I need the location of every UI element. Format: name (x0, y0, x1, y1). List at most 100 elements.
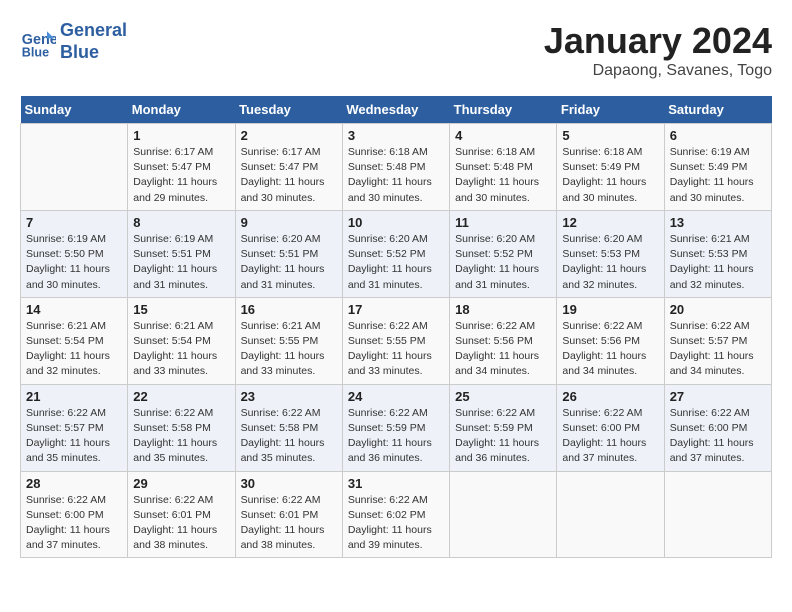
day-number: 31 (348, 476, 444, 491)
day-number: 10 (348, 215, 444, 230)
day-info: Sunrise: 6:22 AM Sunset: 5:57 PM Dayligh… (670, 319, 766, 380)
day-number: 5 (562, 128, 658, 143)
day-number: 1 (133, 128, 229, 143)
calendar-cell: 17Sunrise: 6:22 AM Sunset: 5:55 PM Dayli… (342, 297, 449, 384)
day-info: Sunrise: 6:19 AM Sunset: 5:51 PM Dayligh… (133, 232, 229, 293)
calendar-cell: 26 Sunrise: 6:22 AM Sunset: 6:00 PM Dayli… (557, 384, 664, 471)
calendar-cell: 6Sunrise: 6:19 AM Sunset: 5:49 PM Daylig… (664, 124, 771, 211)
logo: General Blue General Blue (20, 20, 127, 63)
day-info: Sunrise: 6:20 AM Sunset: 5:52 PM Dayligh… (348, 232, 444, 293)
calendar-cell: 20Sunrise: 6:22 AM Sunset: 5:57 PM Dayli… (664, 297, 771, 384)
day-number: 30 (241, 476, 337, 491)
title-block: January 2024 Dapaong, Savanes, Togo (544, 20, 772, 80)
logo-icon: General Blue (20, 24, 56, 60)
calendar-table: SundayMondayTuesdayWednesdayThursdayFrid… (20, 96, 772, 558)
calendar-week-5: 28 Sunrise: 6:22 AM Sunset: 6:00 PM Dayli… (21, 471, 772, 558)
calendar-cell: 5 Sunrise: 6:18 AM Sunset: 5:49 PM Daylig… (557, 124, 664, 211)
day-number: 7 (26, 215, 122, 230)
calendar-week-2: 7 Sunrise: 6:19 AM Sunset: 5:50 PM Daylig… (21, 210, 772, 297)
weekday-saturday: Saturday (664, 96, 771, 124)
calendar-cell: 31 Sunrise: 6:22 AM Sunset: 6:02 PM Dayli… (342, 471, 449, 558)
day-number: 4 (455, 128, 551, 143)
day-info: Sunrise: 6:22 AM Sunset: 5:58 PM Dayligh… (241, 406, 337, 467)
calendar-cell (664, 471, 771, 558)
day-info: Sunrise: 6:22 AM Sunset: 6:02 PM Dayligh… (348, 493, 444, 554)
day-info: Sunrise: 6:21 AM Sunset: 5:53 PM Dayligh… (670, 232, 766, 293)
day-info: Sunrise: 6:22 AM Sunset: 6:00 PM Dayligh… (26, 493, 122, 554)
calendar-cell: 8 Sunrise: 6:19 AM Sunset: 5:51 PM Daylig… (128, 210, 235, 297)
day-info: Sunrise: 6:18 AM Sunset: 5:48 PM Dayligh… (348, 145, 444, 206)
location-subtitle: Dapaong, Savanes, Togo (544, 62, 772, 80)
weekday-friday: Friday (557, 96, 664, 124)
day-number: 11 (455, 215, 551, 230)
logo-general: General (60, 20, 127, 42)
day-number: 13 (670, 215, 766, 230)
day-number: 23 (241, 389, 337, 404)
calendar-cell (21, 124, 128, 211)
calendar-body: 1 Sunrise: 6:17 AM Sunset: 5:47 PM Daylig… (21, 124, 772, 558)
calendar-cell: 29Sunrise: 6:22 AM Sunset: 6:01 PM Dayli… (128, 471, 235, 558)
day-number: 19 (562, 302, 658, 317)
day-info: Sunrise: 6:17 AM Sunset: 5:47 PM Dayligh… (241, 145, 337, 206)
day-number: 12 (562, 215, 658, 230)
calendar-cell: 14 Sunrise: 6:21 AM Sunset: 5:54 PM Dayli… (21, 297, 128, 384)
day-number: 26 (562, 389, 658, 404)
logo-blue: Blue (60, 42, 127, 64)
calendar-cell: 1 Sunrise: 6:17 AM Sunset: 5:47 PM Daylig… (128, 124, 235, 211)
weekday-monday: Monday (128, 96, 235, 124)
calendar-week-3: 14 Sunrise: 6:21 AM Sunset: 5:54 PM Dayli… (21, 297, 772, 384)
day-info: Sunrise: 6:20 AM Sunset: 5:52 PM Dayligh… (455, 232, 551, 293)
day-number: 29 (133, 476, 229, 491)
day-number: 27 (670, 389, 766, 404)
day-info: Sunrise: 6:22 AM Sunset: 6:00 PM Dayligh… (562, 406, 658, 467)
day-number: 3 (348, 128, 444, 143)
calendar-cell: 16Sunrise: 6:21 AM Sunset: 5:55 PM Dayli… (235, 297, 342, 384)
day-info: Sunrise: 6:22 AM Sunset: 5:58 PM Dayligh… (133, 406, 229, 467)
day-number: 8 (133, 215, 229, 230)
calendar-cell (450, 471, 557, 558)
day-number: 15 (133, 302, 229, 317)
calendar-cell: 4 Sunrise: 6:18 AM Sunset: 5:48 PM Daylig… (450, 124, 557, 211)
day-number: 28 (26, 476, 122, 491)
calendar-cell: 25Sunrise: 6:22 AM Sunset: 5:59 PM Dayli… (450, 384, 557, 471)
weekday-wednesday: Wednesday (342, 96, 449, 124)
day-info: Sunrise: 6:18 AM Sunset: 5:49 PM Dayligh… (562, 145, 658, 206)
day-info: Sunrise: 6:19 AM Sunset: 5:50 PM Dayligh… (26, 232, 122, 293)
calendar-cell: 2 Sunrise: 6:17 AM Sunset: 5:47 PM Daylig… (235, 124, 342, 211)
calendar-cell: 13 Sunrise: 6:21 AM Sunset: 5:53 PM Dayli… (664, 210, 771, 297)
calendar-cell: 9Sunrise: 6:20 AM Sunset: 5:51 PM Daylig… (235, 210, 342, 297)
weekday-tuesday: Tuesday (235, 96, 342, 124)
calendar-cell: 12 Sunrise: 6:20 AM Sunset: 5:53 PM Dayli… (557, 210, 664, 297)
day-number: 14 (26, 302, 122, 317)
calendar-cell: 24Sunrise: 6:22 AM Sunset: 5:59 PM Dayli… (342, 384, 449, 471)
calendar-cell: 30 Sunrise: 6:22 AM Sunset: 6:01 PM Dayli… (235, 471, 342, 558)
day-info: Sunrise: 6:17 AM Sunset: 5:47 PM Dayligh… (133, 145, 229, 206)
day-number: 6 (670, 128, 766, 143)
calendar-cell: 11 Sunrise: 6:20 AM Sunset: 5:52 PM Dayli… (450, 210, 557, 297)
calendar-cell: 23 Sunrise: 6:22 AM Sunset: 5:58 PM Dayli… (235, 384, 342, 471)
day-number: 22 (133, 389, 229, 404)
calendar-cell: 27 Sunrise: 6:22 AM Sunset: 6:00 PM Dayli… (664, 384, 771, 471)
calendar-cell: 22 Sunrise: 6:22 AM Sunset: 5:58 PM Dayli… (128, 384, 235, 471)
day-info: Sunrise: 6:20 AM Sunset: 5:51 PM Dayligh… (241, 232, 337, 293)
day-number: 21 (26, 389, 122, 404)
day-info: Sunrise: 6:18 AM Sunset: 5:48 PM Dayligh… (455, 145, 551, 206)
calendar-week-1: 1 Sunrise: 6:17 AM Sunset: 5:47 PM Daylig… (21, 124, 772, 211)
day-info: Sunrise: 6:20 AM Sunset: 5:53 PM Dayligh… (562, 232, 658, 293)
day-info: Sunrise: 6:22 AM Sunset: 6:01 PM Dayligh… (241, 493, 337, 554)
day-number: 17 (348, 302, 444, 317)
day-number: 2 (241, 128, 337, 143)
calendar-cell: 19Sunrise: 6:22 AM Sunset: 5:56 PM Dayli… (557, 297, 664, 384)
calendar-cell: 18Sunrise: 6:22 AM Sunset: 5:56 PM Dayli… (450, 297, 557, 384)
day-info: Sunrise: 6:21 AM Sunset: 5:54 PM Dayligh… (26, 319, 122, 380)
day-number: 16 (241, 302, 337, 317)
day-info: Sunrise: 6:21 AM Sunset: 5:54 PM Dayligh… (133, 319, 229, 380)
calendar-cell: 15 Sunrise: 6:21 AM Sunset: 5:54 PM Dayli… (128, 297, 235, 384)
calendar-cell: 28 Sunrise: 6:22 AM Sunset: 6:00 PM Dayli… (21, 471, 128, 558)
day-info: Sunrise: 6:22 AM Sunset: 5:56 PM Dayligh… (455, 319, 551, 380)
calendar-cell: 7 Sunrise: 6:19 AM Sunset: 5:50 PM Daylig… (21, 210, 128, 297)
day-info: Sunrise: 6:22 AM Sunset: 6:00 PM Dayligh… (670, 406, 766, 467)
calendar-cell (557, 471, 664, 558)
day-number: 24 (348, 389, 444, 404)
calendar-cell: 3 Sunrise: 6:18 AM Sunset: 5:48 PM Daylig… (342, 124, 449, 211)
